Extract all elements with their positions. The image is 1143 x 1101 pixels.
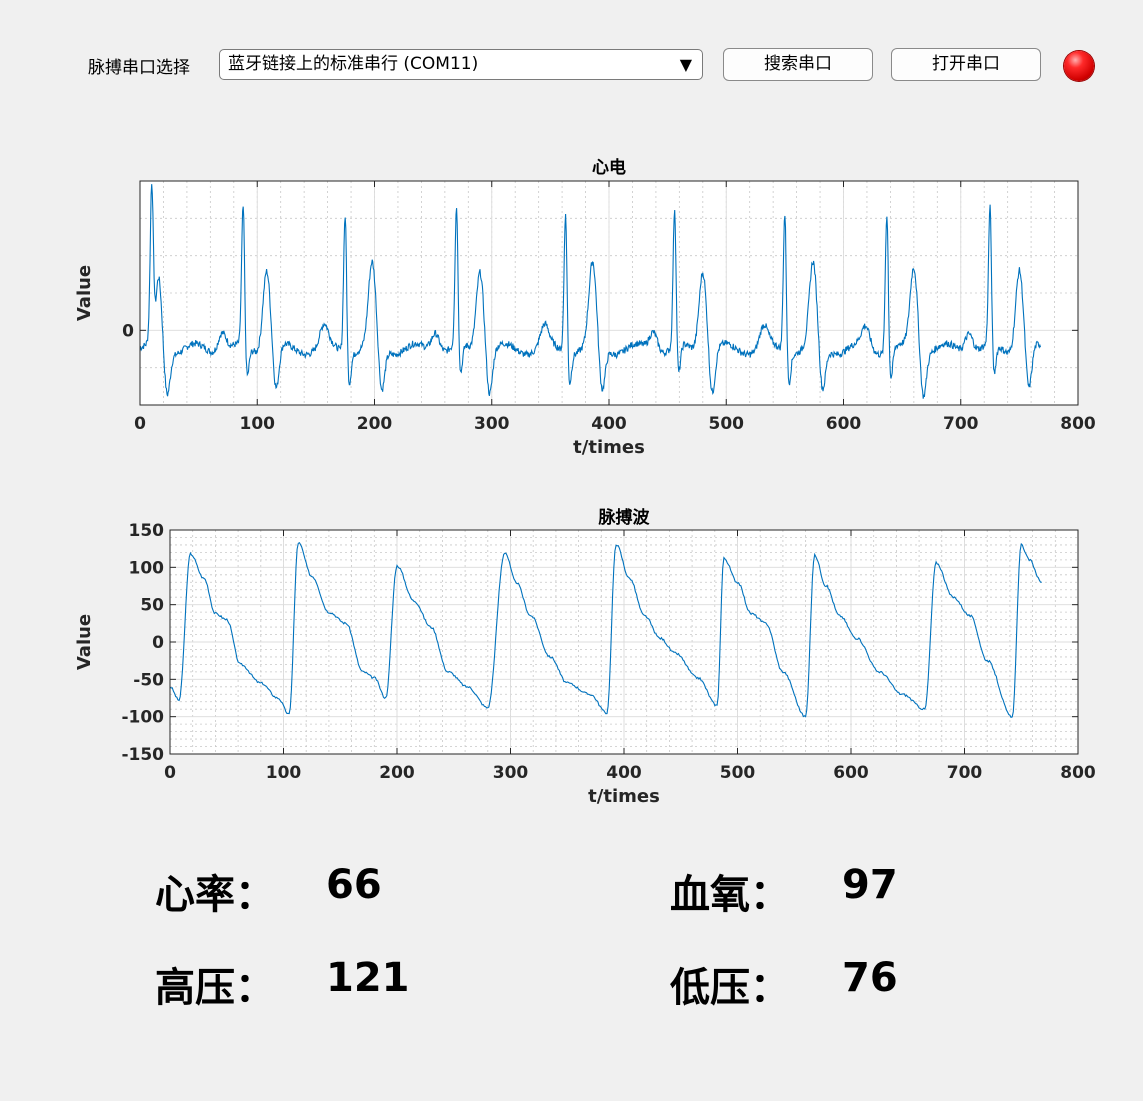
pulse-x-axis-label: t/times [588, 786, 660, 807]
x-tick-label: 500 [720, 763, 756, 783]
y-tick-label: 100 [129, 558, 165, 578]
y-tick-label: -150 [121, 745, 164, 765]
x-tick-label: 700 [947, 763, 983, 783]
pulse-y-tick-labels: -150 -100 -50 0 50 100 150 [121, 521, 164, 765]
pulse-y-axis-label: Value [74, 614, 95, 670]
y-tick-label: -50 [133, 670, 164, 690]
pulse-wave-chart: 脉搏波 t/times Value 0 100 200 300 400 500 600 700… [74, 507, 1096, 807]
x-tick-label: 0 [164, 763, 176, 783]
y-tick-label: 50 [140, 596, 164, 616]
x-tick-label: 200 [379, 763, 415, 783]
heart-rate-value: 66 [326, 862, 382, 908]
heart-rate-label: 心率： [155, 872, 275, 918]
pulse-x-tick-labels: 0 100 200 300 400 500 600 700 800 [164, 763, 1096, 783]
pulse-chart-title: 脉搏波 [598, 507, 651, 528]
x-tick-label: 800 [1060, 763, 1096, 783]
y-tick-label: -100 [121, 708, 164, 728]
diastolic-pressure-value: 76 [842, 955, 898, 1001]
systolic-pressure-value: 121 [326, 955, 410, 1001]
y-tick-label: 150 [129, 521, 165, 541]
x-tick-label: 300 [493, 763, 529, 783]
diastolic-pressure-label: 低压： [670, 965, 790, 1011]
x-tick-label: 600 [833, 763, 869, 783]
spo2-value: 97 [842, 862, 898, 908]
y-tick-label: 0 [152, 633, 164, 653]
systolic-pressure-label: 高压： [155, 965, 275, 1011]
x-tick-label: 400 [606, 763, 642, 783]
spo2-label: 血氧： [670, 872, 790, 918]
x-tick-label: 100 [266, 763, 302, 783]
